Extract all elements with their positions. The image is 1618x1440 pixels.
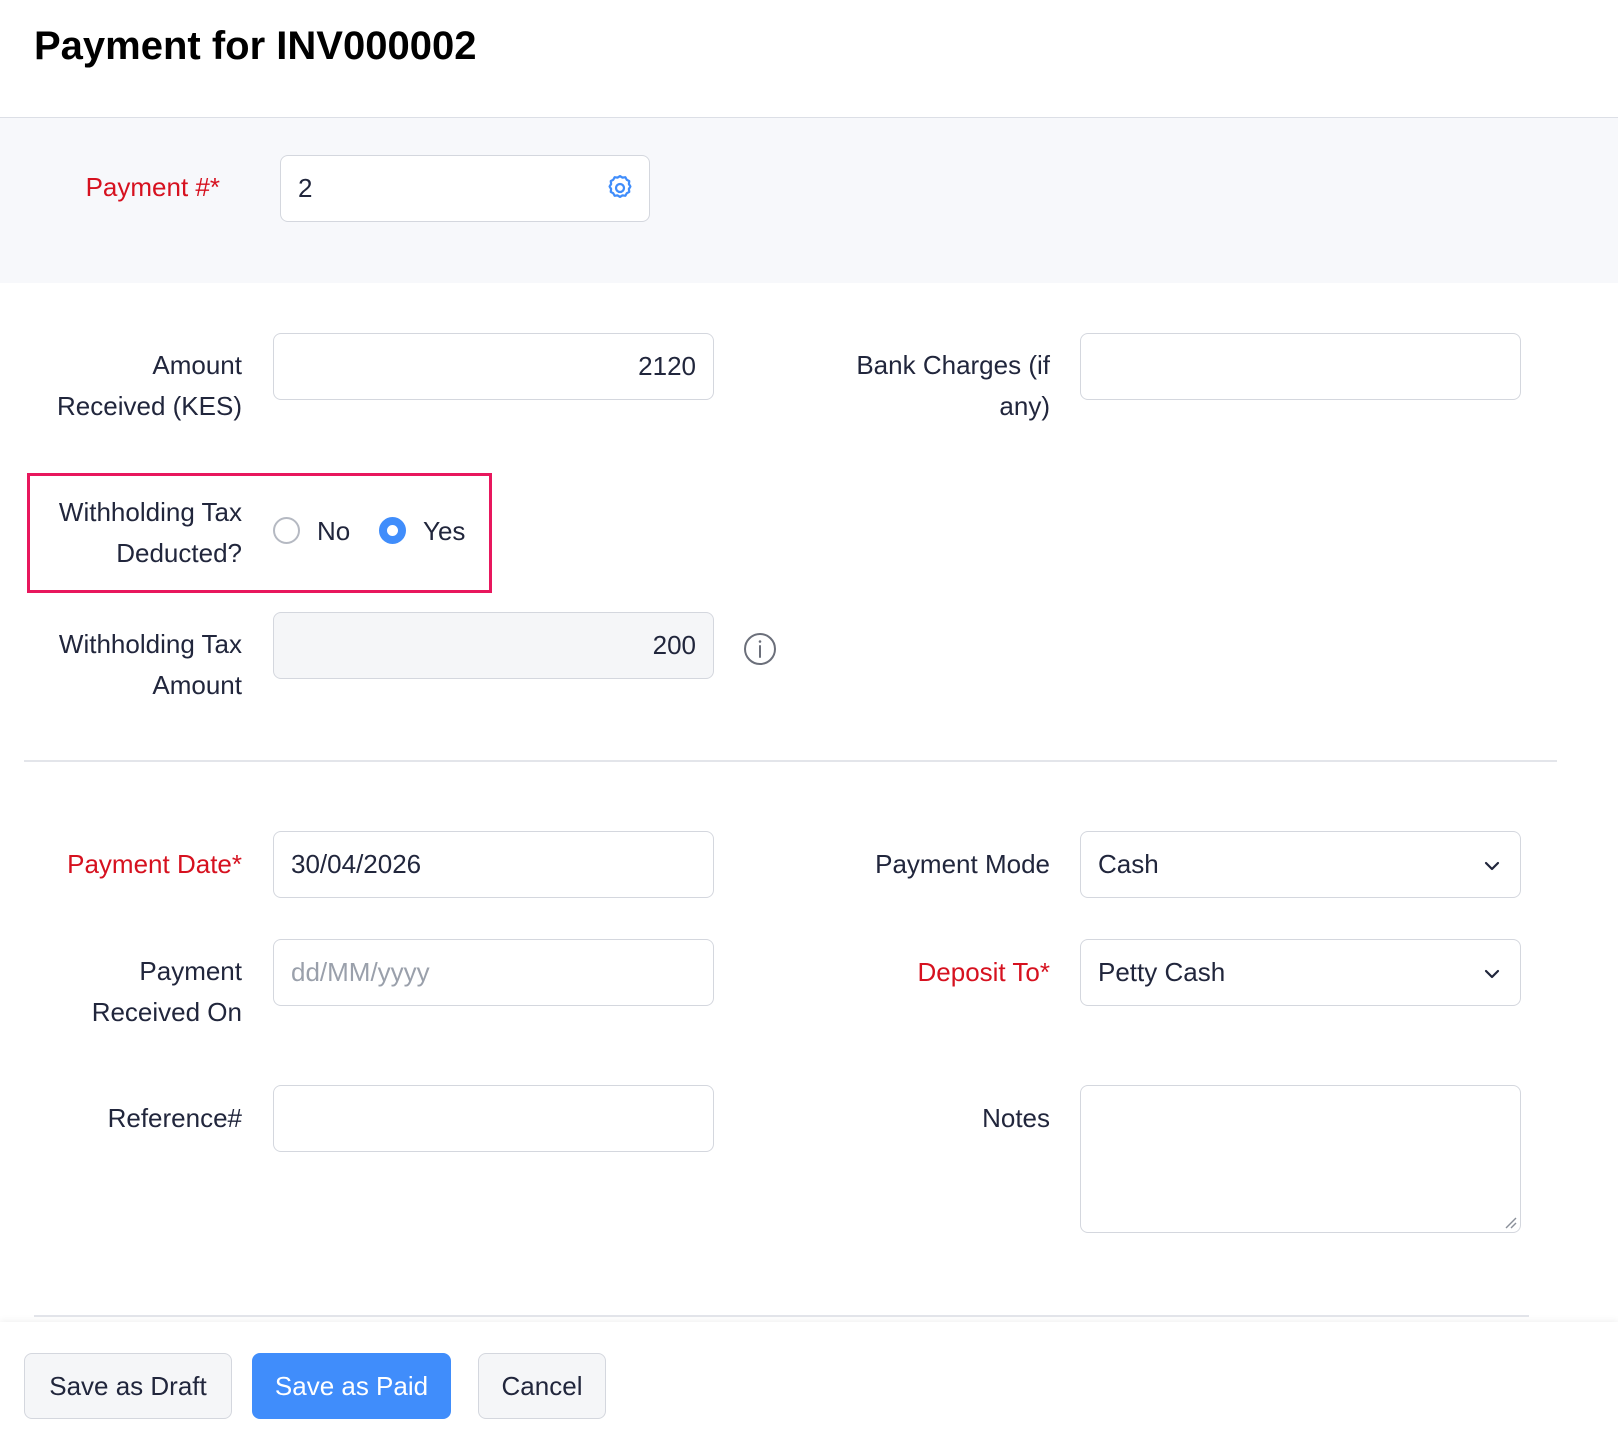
resize-handle-icon[interactable] <box>1503 1215 1517 1229</box>
radio-yes[interactable] <box>379 517 406 544</box>
deposit-to-label: Deposit To* <box>917 957 1051 987</box>
payment-date-value: 30/04/2026 <box>291 849 422 879</box>
payment-received-on-placeholder: dd/MM/yyyy <box>291 957 430 987</box>
chevron-down-icon <box>1484 861 1500 871</box>
deposit-to-value: Petty Cash <box>1098 957 1226 987</box>
payment-mode-label: Payment Mode <box>875 849 1050 879</box>
withholding-tax-amount-input[interactable]: 200 <box>273 612 714 679</box>
footer-bar <box>0 1322 1618 1440</box>
payment-number-value: 2 <box>298 173 313 203</box>
radio-no[interactable] <box>273 517 300 544</box>
page-title: Payment for INV000002 <box>34 24 477 68</box>
payment-received-on-input[interactable]: dd/MM/yyyy <box>273 939 714 1006</box>
radio-no-label[interactable]: No <box>317 516 350 546</box>
section-divider <box>24 760 1557 762</box>
amount-received-input[interactable]: 2120 <box>273 333 714 400</box>
chevron-down-icon <box>1484 969 1500 979</box>
payment-date-label: Payment Date* <box>67 849 242 879</box>
bank-charges-input[interactable] <box>1080 333 1521 400</box>
amount-received-value: 2120 <box>638 351 696 381</box>
reference-input[interactable] <box>273 1085 714 1152</box>
withholding-tax-deducted-label: Withholding Tax Deducted? <box>58 497 242 568</box>
payment-mode-select[interactable]: Cash <box>1080 831 1521 898</box>
save-as-draft-button[interactable]: Save as Draft <box>24 1353 232 1419</box>
withholding-tax-amount-value: 200 <box>652 630 696 660</box>
notes-textarea[interactable] <box>1080 1085 1521 1233</box>
withholding-tax-amount-label: Withholding Tax Amount <box>58 629 242 700</box>
payment-number-label: Payment #* <box>85 172 220 202</box>
payment-number-input[interactable]: 2 <box>280 155 650 222</box>
gear-icon[interactable] <box>605 173 635 203</box>
payment-received-on-label: Payment Received On <box>91 956 242 1027</box>
save-as-paid-button[interactable]: Save as Paid <box>252 1353 451 1419</box>
bank-charges-label: Bank Charges (if any) <box>856 350 1050 421</box>
footer-divider <box>34 1315 1529 1317</box>
amount-received-label: Amount Received (KES) <box>57 350 242 421</box>
reference-label: Reference# <box>107 1103 242 1133</box>
cancel-button[interactable]: Cancel <box>478 1353 606 1419</box>
payment-date-input[interactable]: 30/04/2026 <box>273 831 714 898</box>
notes-label: Notes <box>982 1103 1050 1133</box>
deposit-to-select[interactable]: Petty Cash <box>1080 939 1521 1006</box>
payment-mode-value: Cash <box>1098 849 1159 879</box>
radio-yes-label[interactable]: Yes <box>423 516 465 546</box>
info-icon[interactable] <box>743 632 777 666</box>
payment-number-section <box>0 118 1618 283</box>
